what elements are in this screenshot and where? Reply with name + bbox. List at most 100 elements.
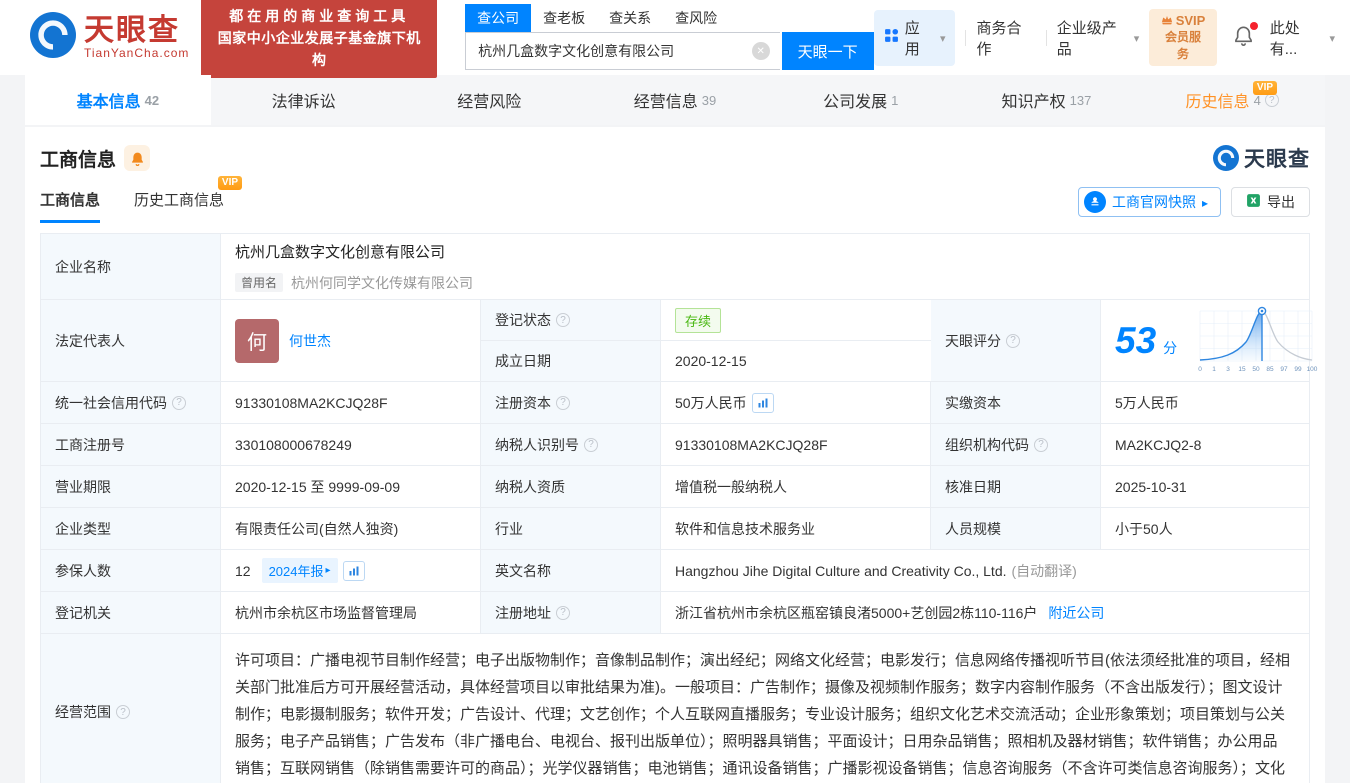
company-type-label: 企业类型 [41, 508, 221, 549]
notifications-bell[interactable] [1233, 21, 1258, 51]
monitor-bell-button[interactable] [124, 145, 151, 171]
help-icon[interactable] [556, 395, 570, 410]
tab-history-info[interactable]: VIP 历史信息 4 [1139, 75, 1325, 125]
established-value: 2020-12-15 [675, 353, 747, 369]
tab-basic-info[interactable]: 基本信息 42 [25, 75, 211, 125]
logo-domain: TianYanCha.com [84, 45, 190, 60]
industry-value: 软件和信息技术服务业 [661, 508, 931, 549]
svg-text:97: 97 [1281, 366, 1289, 373]
tab-count: 1 [891, 92, 899, 108]
vip-badge: VIP [217, 176, 243, 190]
help-icon[interactable] [1264, 93, 1279, 107]
legal-rep-link[interactable]: 何世杰 [289, 331, 331, 351]
reg-capital-label: 注册资本 [495, 394, 551, 411]
english-name-value: Hangzhou Jihe Digital Culture and Creati… [675, 562, 1007, 579]
approval-date-value: 2025-10-31 [1115, 478, 1187, 495]
chevron-down-icon [940, 29, 946, 46]
apps-menu[interactable]: 应用 [873, 9, 956, 66]
taxpayer-quality-label: 纳税人资质 [481, 466, 661, 507]
tab-intellectual-property[interactable]: 知识产权 137 [954, 75, 1140, 125]
credit-code-value: 91330108MA2KCJQ28F [221, 382, 481, 423]
subtab-history-registration[interactable]: 历史工商信息 VIP [134, 176, 243, 223]
username: 此处有... [1269, 19, 1300, 58]
help-icon[interactable] [1034, 437, 1048, 452]
tab-business-info[interactable]: 经营信息 39 [582, 75, 768, 125]
search-input[interactable] [465, 32, 780, 70]
search-tab-boss[interactable]: 查老板 [531, 4, 597, 32]
notification-dot [1249, 21, 1258, 30]
scope-value: 许可项目：广播电视节目制作经营；电子出版物制作；音像制品制作；演出经纪；网络文化… [235, 652, 1291, 777]
svip-label: SVIP [1175, 13, 1206, 28]
svip-sub-label: 会员服务 [1165, 30, 1202, 61]
tab-count: 39 [701, 92, 717, 108]
tab-company-development[interactable]: 公司发展 1 [768, 75, 954, 125]
insured-chart-icon[interactable] [342, 560, 365, 581]
search-tab-relation[interactable]: 查关系 [597, 4, 663, 32]
insured-label: 参保人数 [41, 550, 221, 591]
tab-label: 知识产权 [1001, 94, 1066, 111]
tab-count: 42 [144, 92, 160, 108]
section-title: 工商信息 [40, 149, 117, 171]
search-button[interactable]: 天眼一下 [781, 32, 874, 70]
svg-text:15: 15 [1239, 366, 1247, 373]
search-tab-company[interactable]: 查公司 [465, 4, 532, 32]
svg-text:100: 100 [1307, 366, 1318, 373]
former-name-value: 杭州何同学文化传媒有限公司 [291, 274, 474, 291]
annual-report-link[interactable]: 2024年报 [261, 558, 338, 583]
official-snapshot-button[interactable]: 工商官网快照 [1077, 187, 1221, 217]
slogan-line2: 国家中小企业发展子基金旗下机构 [217, 29, 421, 68]
help-icon[interactable] [1006, 333, 1020, 348]
user-menu[interactable]: 此处有... [1270, 17, 1335, 59]
status-badge: 存续 [675, 307, 722, 333]
subtab-business-registration[interactable]: 工商信息 [40, 189, 101, 223]
svg-text:50: 50 [1253, 366, 1261, 373]
business-cooperation-link[interactable]: 商务合作 [976, 17, 1035, 59]
svg-text:1: 1 [1212, 366, 1216, 373]
tab-legal-proceedings[interactable]: 法律诉讼 [211, 75, 397, 125]
taxpayer-id-value: 91330108MA2KCJQ28F [661, 424, 931, 465]
help-icon[interactable] [556, 605, 570, 620]
tab-operational-risk[interactable]: 经营风险 [396, 75, 582, 125]
enterprise-products-menu[interactable]: 企业级产品 [1057, 17, 1140, 59]
nearby-companies-link[interactable]: 附近公司 [1048, 603, 1104, 623]
enterprise-products-label: 企业级产品 [1056, 19, 1117, 58]
table-row: 营业期限 2020-12-15 至 9999-09-09 纳税人资质 增值税一般… [41, 466, 1309, 508]
svg-text:3: 3 [1226, 366, 1230, 373]
help-icon[interactable] [172, 395, 186, 410]
company-type-value: 有限责任公司(自然人独资) [221, 508, 481, 549]
search-area: 查公司 查老板 查关系 查风险 天眼一下 [465, 4, 874, 70]
paid-capital-label: 实缴资本 [931, 382, 1101, 423]
tianyancha-logo[interactable]: 天眼查 TianYanCha.com [30, 12, 189, 63]
score-cell: 53 分 0 1 3 15 50 85 97 99 100 [1101, 300, 1335, 381]
help-icon[interactable] [584, 437, 598, 452]
reg-number-label: 工商注册号 [41, 424, 221, 465]
help-icon[interactable] [116, 705, 130, 719]
tianyancha-watermark: 天眼查 [1213, 143, 1310, 173]
export-button[interactable]: 导出 [1231, 187, 1310, 217]
search-tabs: 查公司 查老板 查关系 查风险 [465, 4, 874, 32]
legal-rep-label: 法定代表人 [41, 300, 221, 381]
score-distribution-chart: 0 1 3 15 50 85 97 99 100 [1196, 303, 1321, 378]
svg-text:0: 0 [1198, 366, 1202, 373]
score-label: 天眼评分 [945, 332, 1001, 349]
credit-code-label: 统一社会信用代码 [55, 394, 167, 411]
svip-membership-badge[interactable]: SVIP 会员服务 [1149, 9, 1217, 66]
org-code-label: 组织机构代码 [945, 436, 1029, 453]
apps-label: 应用 [904, 19, 920, 58]
insured-value: 12 [235, 562, 251, 579]
english-name-label: 英文名称 [481, 550, 661, 591]
table-row: 登记机关 杭州市余杭区市场监督管理局 注册地址 浙江省杭州市余杭区瓶窑镇良渚50… [41, 592, 1309, 634]
score-value: 53 [1115, 320, 1157, 361]
table-row: 参保人数 12 2024年报 英文名称 Hangzhou Jihe Digita… [41, 550, 1309, 592]
capital-chart-icon[interactable] [751, 392, 774, 413]
slogan-line1: 都在用的商业查询工具 [229, 7, 410, 24]
address-label: 注册地址 [495, 604, 551, 621]
vip-badge: VIP [1252, 81, 1278, 95]
help-icon[interactable] [556, 313, 570, 327]
top-header: 天眼查 TianYanCha.com 都在用的商业查询工具 国家中小企业发展子基… [0, 0, 1350, 78]
chevron-down-icon [1329, 29, 1335, 46]
legal-rep-avatar[interactable]: 何 [235, 318, 279, 363]
scope-label: 经营范围 [55, 704, 111, 720]
search-tab-risk[interactable]: 查风险 [663, 4, 729, 32]
clear-search-icon[interactable] [751, 42, 770, 60]
